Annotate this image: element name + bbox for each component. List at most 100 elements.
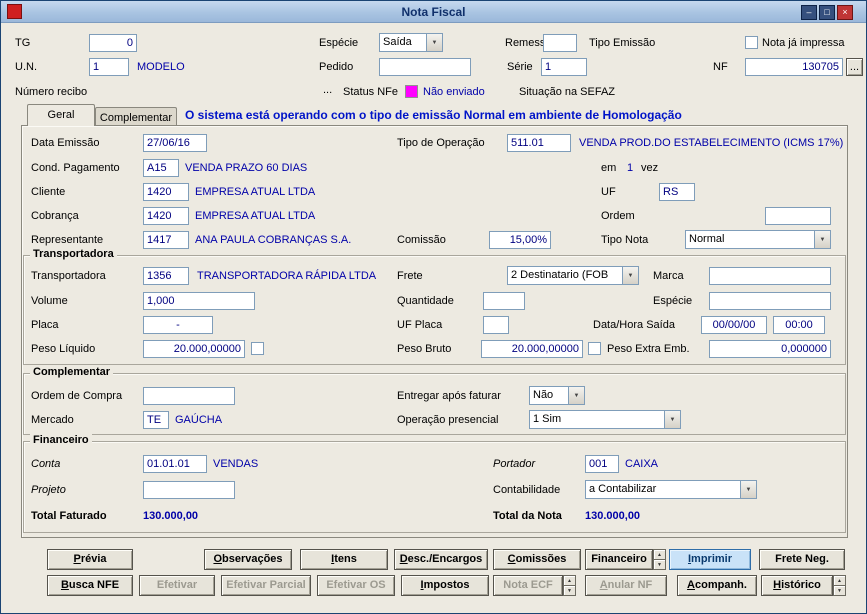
cobranca-input[interactable] — [143, 207, 189, 225]
close-button[interactable]: × — [837, 5, 853, 20]
window-title: Nota Fiscal — [401, 5, 466, 19]
mercado-desc: GAÚCHA — [175, 414, 223, 426]
data-saida-input[interactable] — [701, 316, 767, 334]
nf-label: NF — [713, 61, 728, 73]
hora-saida-input[interactable] — [773, 316, 825, 334]
efetivar-os-button[interactable]: Efetivar OS — [317, 575, 395, 596]
pedido-input[interactable] — [379, 58, 471, 76]
comissoes-button[interactable]: Comissões — [493, 549, 581, 570]
maximize-button[interactable]: □ — [819, 5, 835, 20]
portador-input[interactable] — [585, 455, 619, 473]
frete-select[interactable]: 2 Destinatario (FOB ▼ — [507, 266, 639, 285]
recibo-browse-button[interactable]: ... — [323, 84, 332, 96]
desc-encargos-button[interactable]: Desc./Encargos — [394, 549, 488, 570]
transportadora-desc: TRANSPORTADORA RÁPIDA LTDA — [197, 270, 377, 282]
tipo-operacao-input[interactable] — [507, 134, 571, 152]
spinner-down-icon[interactable]: ▼ — [563, 586, 576, 596]
nota-ecf-button[interactable]: Nota ECF — [493, 575, 563, 596]
representante-label: Representante — [31, 234, 104, 246]
remessa-input[interactable] — [543, 34, 577, 52]
entregar-select[interactable]: Não ▼ — [529, 386, 585, 405]
itens-button[interactable]: Itens — [300, 549, 388, 570]
spinner-up-icon[interactable]: ▲ — [833, 575, 846, 586]
chevron-down-icon: ▼ — [568, 387, 584, 404]
spinner-up-icon[interactable]: ▲ — [563, 575, 576, 586]
financeiro-button[interactable]: Financeiro — [585, 549, 653, 570]
cliente-label: Cliente — [31, 186, 66, 198]
quantidade-input[interactable] — [483, 292, 525, 310]
conta-input[interactable] — [143, 455, 207, 473]
ordem-input[interactable] — [765, 207, 831, 225]
vez-label: vez — [641, 162, 659, 174]
mercado-input[interactable] — [143, 411, 169, 429]
operacao-value: 1 Sim — [533, 413, 562, 425]
peso-liquido-input[interactable] — [143, 340, 245, 358]
projeto-input[interactable] — [143, 481, 235, 499]
nf-browse-button[interactable]: ... — [846, 58, 863, 76]
status-nfe-label: Status NFe — [343, 86, 399, 98]
comissao-label: Comissão — [397, 234, 446, 246]
observacoes-button[interactable]: Observações — [204, 549, 292, 570]
placa-label: Placa — [31, 319, 59, 331]
peso-extra-input[interactable] — [709, 340, 831, 358]
operacao-select[interactable]: 1 Sim ▼ — [529, 410, 681, 429]
placa-input[interactable] — [143, 316, 213, 334]
entregar-label: Entregar após faturar — [397, 390, 501, 402]
serie-input[interactable] — [541, 58, 587, 76]
tipo-emissao-label: Tipo Emissão — [589, 37, 656, 49]
nota-ecf-spinner[interactable]: ▲ ▼ — [563, 575, 576, 596]
tab-complementar[interactable]: Complementar — [95, 107, 177, 126]
un-input[interactable] — [89, 58, 129, 76]
volume-input[interactable] — [143, 292, 255, 310]
especie-label: Espécie — [319, 37, 359, 49]
data-emissao-input[interactable] — [143, 134, 207, 152]
cond-pagamento-desc: VENDA PRAZO 60 DIAS — [185, 162, 308, 174]
acompanh-button[interactable]: Acompanh. — [677, 575, 757, 596]
comissao-input[interactable] — [489, 231, 551, 249]
contabilidade-select[interactable]: a Contabilizar ▼ — [585, 480, 757, 499]
marca-input[interactable] — [709, 267, 831, 285]
nota-impressa-label: Nota já impressa — [762, 37, 845, 49]
transportadora-group-title: Transportadora — [30, 248, 117, 260]
uf-input[interactable] — [659, 183, 695, 201]
uf-placa-input[interactable] — [483, 316, 509, 334]
imprimir-button[interactable]: Imprimir — [669, 549, 751, 570]
spinner-down-icon[interactable]: ▼ — [653, 560, 666, 570]
especie-select[interactable]: Saída ▼ — [379, 33, 443, 52]
minimize-button[interactable]: – — [801, 5, 817, 20]
impostos-button[interactable]: Impostos — [401, 575, 489, 596]
tab-geral[interactable]: Geral — [27, 104, 95, 126]
ordem-compra-input[interactable] — [143, 387, 235, 405]
nf-input[interactable] — [745, 58, 843, 76]
efetivar-parcial-button[interactable]: Efetivar Parcial — [221, 575, 311, 596]
peso-bruto-input[interactable] — [481, 340, 583, 358]
chevron-down-icon: ▼ — [622, 267, 638, 284]
peso-bruto-checkbox[interactable] — [588, 342, 601, 355]
projeto-label: Projeto — [31, 484, 66, 496]
tipo-operacao-label: Tipo de Operação — [397, 137, 485, 149]
busca-nfe-button[interactable]: Busca NFE — [47, 575, 133, 596]
tipo-nota-select[interactable]: Normal ▼ — [685, 230, 831, 249]
total-faturado-value: 130.000,00 — [143, 510, 199, 522]
historico-button[interactable]: Histórico — [761, 575, 833, 596]
historico-spinner[interactable]: ▲ ▼ — [833, 575, 846, 596]
cliente-input[interactable] — [143, 183, 189, 201]
financeiro-spinner[interactable]: ▲ ▼ — [653, 549, 666, 570]
efetivar-button[interactable]: Efetivar — [139, 575, 215, 596]
frete-neg-button[interactable]: Frete Neg. — [759, 549, 845, 570]
peso-liquido-checkbox[interactable] — [251, 342, 264, 355]
especie-transp-input[interactable] — [709, 292, 831, 310]
anular-nf-button[interactable]: Anular NF — [585, 575, 667, 596]
tg-input[interactable] — [89, 34, 137, 52]
mercado-label: Mercado — [31, 414, 74, 426]
transportadora-input[interactable] — [143, 267, 189, 285]
previa-button[interactable]: Prévia — [47, 549, 133, 570]
spinner-down-icon[interactable]: ▼ — [833, 586, 846, 596]
spinner-up-icon[interactable]: ▲ — [653, 549, 666, 560]
total-nota-value: 130.000,00 — [585, 510, 641, 522]
nota-impressa-checkbox[interactable] — [745, 36, 758, 49]
nota-fiscal-window: Nota Fiscal – □ × TG Espécie Saída ▼ Rem… — [0, 0, 867, 614]
uf-placa-label: UF Placa — [397, 319, 443, 331]
representante-input[interactable] — [143, 231, 189, 249]
cond-pagamento-input[interactable] — [143, 159, 179, 177]
